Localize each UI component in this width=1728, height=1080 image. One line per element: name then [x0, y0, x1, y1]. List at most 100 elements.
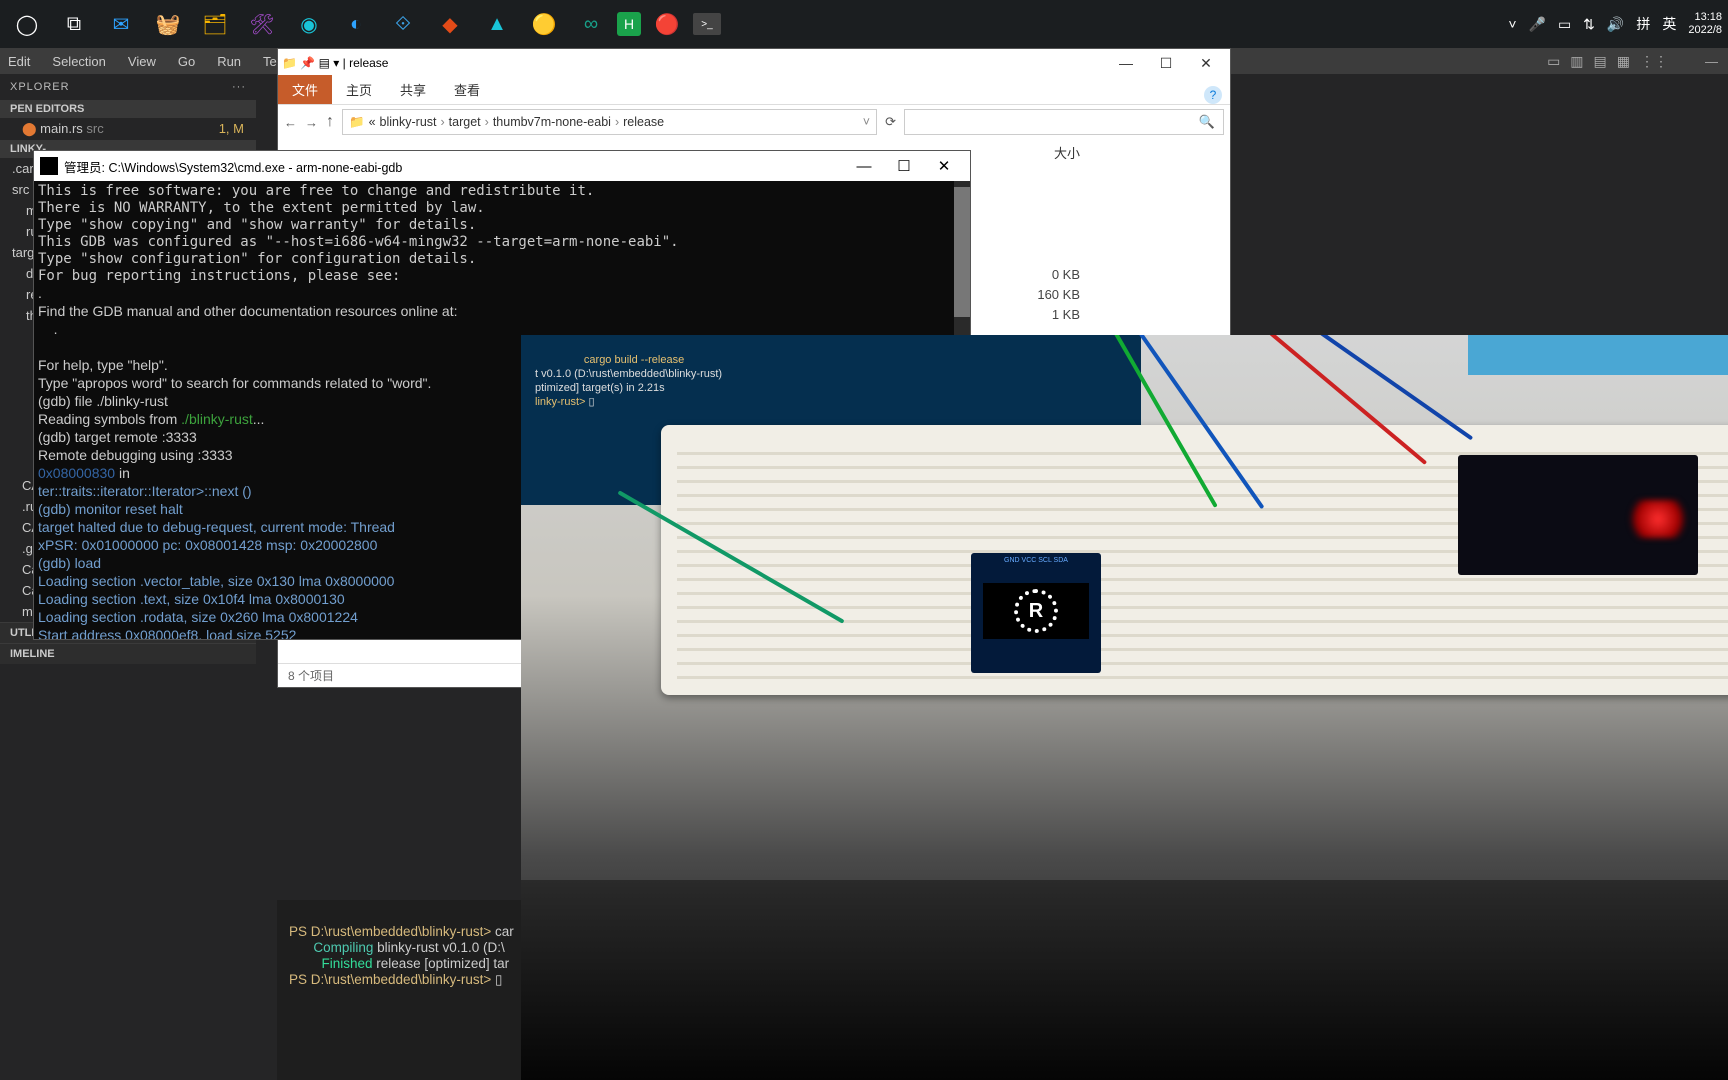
taskbar: ◯ ⧉ ✉ 🧺 🗂 🛠 ◉ ◐ ⟐ ◆ ▲ 🟡 ∞ H 🔴 >_ ˅ 🎤 ▭ ⇅… [0, 0, 1728, 48]
crumb[interactable]: release [623, 115, 664, 129]
fe-close-button[interactable]: ✕ [1186, 55, 1226, 72]
photo-pc-screen2 [1468, 335, 1728, 375]
clock-date: 2022/8 [1688, 24, 1722, 37]
gdb-maximize-button[interactable]: ☐ [884, 157, 924, 175]
editor-status: 1, M [219, 121, 244, 137]
fe-search-box[interactable]: 🔍 [904, 109, 1224, 135]
menu-run[interactable]: Run [217, 54, 241, 69]
cmd-icon [40, 157, 58, 175]
photo-power-led [1628, 500, 1688, 538]
hardware-photo: cargo build --release t v0.1.0 (D:\rust\… [521, 335, 1728, 1080]
file-size: 0 KB [1052, 267, 1080, 282]
search-icon[interactable]: 🔍 [1199, 114, 1215, 130]
taskbar-icon-spotify[interactable]: 🔴 [646, 4, 688, 44]
size-column-header[interactable]: 大小 [1054, 143, 1080, 161]
layout-icon[interactable]: ▥ [1570, 53, 1583, 70]
taskbar-icon-store[interactable]: 🧺 [147, 4, 189, 44]
tray-net-icon[interactable]: ⇅ [1583, 16, 1595, 33]
taskbar-icon-browser[interactable]: ◐ [335, 4, 377, 44]
menu-selection[interactable]: Selection [52, 54, 105, 69]
fe-ribbon: 文件 主页 共享 查看 ? [278, 77, 1230, 105]
vscode-minimize-icon[interactable]: — [1705, 54, 1718, 69]
open-editors-header[interactable]: PEN EDITORS [0, 100, 256, 118]
taskbar-icon-terminal[interactable]: >_ [693, 13, 721, 35]
folder-icon: 📁 [282, 56, 297, 70]
terminal-prompt: PS D:\rust\embedded\blinky-rust> [289, 924, 491, 939]
fe-tab-view[interactable]: 查看 [440, 75, 494, 104]
editor-file: ⬤ main.rs src [22, 121, 104, 137]
fe-navbar: ← → ↑ 📁 « blinky-rust› target› thumbv7m-… [278, 105, 1230, 139]
taskbar-icon-vscode[interactable]: ⟐ [382, 4, 424, 44]
menu-go[interactable]: Go [178, 54, 195, 69]
gdb-close-button[interactable]: ✕ [924, 157, 964, 175]
file-size: 160 KB [1037, 287, 1080, 302]
taskbar-icon-arduino[interactable]: ∞ [570, 4, 612, 44]
tray-screen-icon[interactable]: ▭ [1558, 16, 1571, 33]
layout-icon[interactable]: ▤ [1594, 53, 1607, 70]
tray-chevron-icon[interactable]: ˅ [1508, 16, 1516, 32]
taskbar-icon-circle[interactable]: ◯ [6, 4, 48, 44]
fe-help-icon[interactable]: ? [1204, 86, 1222, 104]
photo-oled-module: GND VCC SCL SDA R [971, 553, 1101, 673]
fe-tab-file[interactable]: 文件 [278, 75, 332, 104]
fe-minimize-button[interactable]: — [1106, 55, 1146, 71]
rust-logo-icon: R [1014, 589, 1058, 633]
tray-clock[interactable]: 13:18 2022/8 [1688, 11, 1722, 37]
gdb-minimize-button[interactable]: — [844, 158, 884, 175]
fe-tab-share[interactable]: 共享 [386, 75, 440, 104]
tray-ime-icon[interactable]: 拼 [1636, 14, 1650, 34]
fe-tab-home[interactable]: 主页 [332, 75, 386, 104]
folder-icon: 📁 [349, 115, 365, 130]
nav-back-icon[interactable]: ← [284, 115, 297, 130]
terminal-finished: Finished [322, 956, 373, 971]
explorer-title: XPLORER [10, 81, 70, 93]
crumb[interactable]: thumbv7m-none-eabi [493, 115, 611, 129]
layout-icon[interactable]: ⋮⋮ [1640, 53, 1668, 70]
nav-forward-icon[interactable]: → [305, 115, 318, 130]
taskbar-icon-folder[interactable]: 🗂 [194, 4, 236, 44]
nav-up-icon[interactable]: ↑ [326, 113, 334, 131]
crumb[interactable]: « [369, 115, 376, 129]
nav-refresh-icon[interactable]: ⟳ [885, 114, 896, 130]
photo-keyboard [521, 880, 1728, 1080]
terminal-cursor: ▯ [491, 972, 502, 987]
taskbar-icon-h[interactable]: H [617, 12, 641, 36]
taskbar-icon-mail[interactable]: ✉ [100, 4, 142, 44]
layout-icon[interactable]: ▭ [1547, 53, 1560, 70]
timeline-header[interactable]: IMELINE [0, 643, 256, 664]
crumb[interactable]: target [449, 115, 481, 129]
taskbar-icon-office[interactable]: ◆ [429, 4, 471, 44]
open-editor-row[interactable]: ⬤ main.rs src 1, M [0, 118, 256, 140]
fe-address-bar[interactable]: 📁 « blinky-rust› target› thumbv7m-none-e… [342, 109, 877, 135]
tray-vol-icon[interactable]: 🔊 [1607, 16, 1624, 33]
pin-icon[interactable]: 📌 [300, 56, 315, 70]
file-size: 1 KB [1052, 307, 1080, 322]
crumb[interactable]: blinky-rust [380, 115, 437, 129]
terminal-cmd: car [491, 924, 514, 939]
gdb-titlebar[interactable]: 管理员: C:\Windows\System32\cmd.exe - arm-n… [34, 151, 970, 181]
doc-icon[interactable]: ▤ [319, 56, 330, 70]
taskbar-icon-app[interactable]: ▲ [476, 4, 518, 44]
menu-edit[interactable]: Edit [8, 54, 30, 69]
fe-maximize-button[interactable]: ☐ [1146, 55, 1186, 72]
tray-mic-icon[interactable]: 🎤 [1529, 16, 1546, 33]
terminal-text: release [optimized] tar [373, 956, 510, 971]
fe-titlebar[interactable]: 📁 📌 ▤ ▾ | release — ☐ ✕ [278, 49, 1230, 77]
taskbar-icon-edge[interactable]: ◉ [288, 4, 330, 44]
chevron-down-icon[interactable]: ▾ [333, 56, 339, 70]
taskbar-icon-link[interactable]: ⧉ [53, 4, 95, 44]
tree-label: src [12, 182, 29, 197]
photo-terminal: cargo build --release t v0.1.0 (D:\rust\… [535, 353, 722, 409]
fe-title-text: release [349, 56, 388, 70]
taskbar-icon-tool[interactable]: 🛠 [241, 4, 283, 44]
layout-icon[interactable]: ▦ [1617, 53, 1630, 70]
explorer-dots-icon[interactable]: ··· [232, 81, 246, 93]
oled-screen: R [983, 583, 1089, 639]
vscode-layout-icons: ▭ ▥ ▤ ▦ ⋮⋮ [1547, 48, 1668, 74]
taskbar-icon-chrome[interactable]: 🟡 [523, 4, 565, 44]
terminal-compiling: Compiling [313, 940, 373, 955]
tray-lang[interactable]: 英 [1662, 14, 1676, 34]
terminal-prompt: PS D:\rust\embedded\blinky-rust> [289, 972, 491, 987]
menu-view[interactable]: View [128, 54, 156, 69]
gdb-scroll-thumb[interactable] [954, 187, 970, 317]
